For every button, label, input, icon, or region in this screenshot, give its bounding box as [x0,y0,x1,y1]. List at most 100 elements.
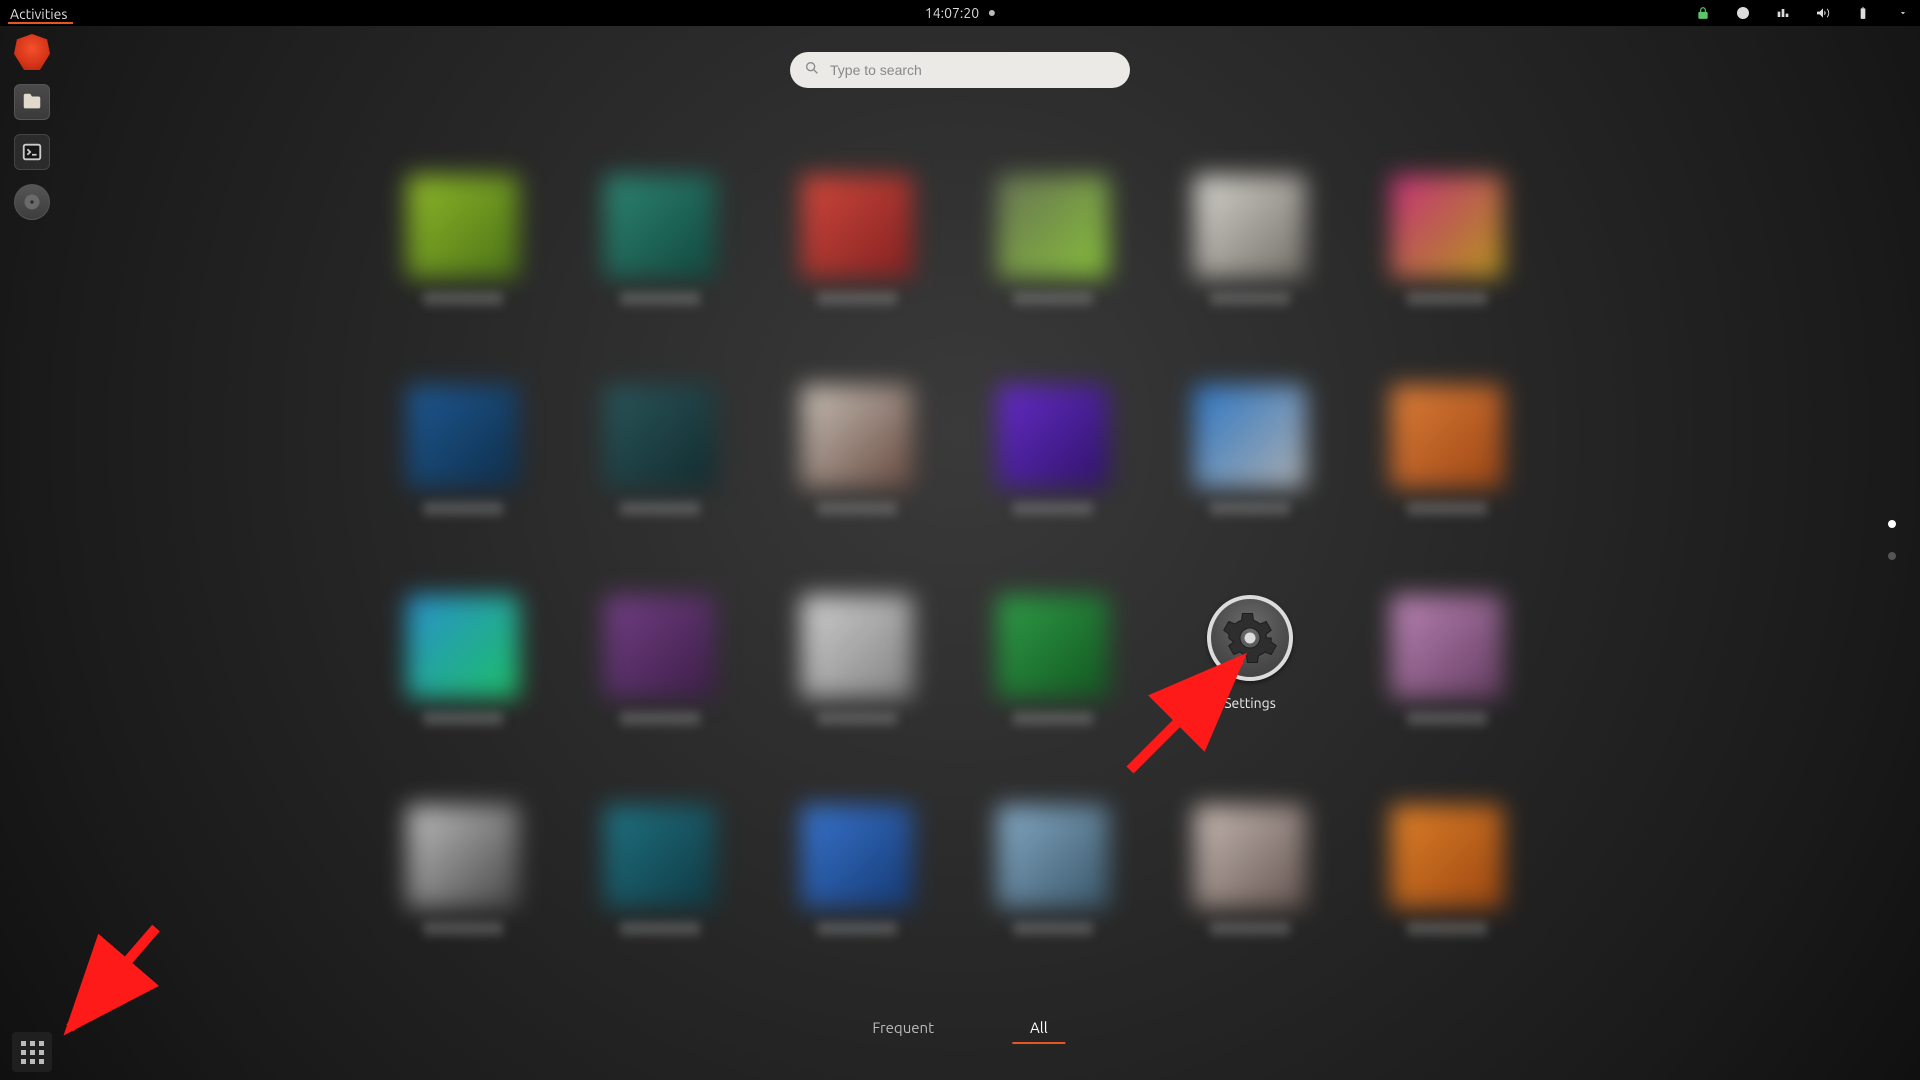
app-icon-blurred [604,595,716,698]
network-icon[interactable] [1774,4,1792,22]
app-icon-blurred [604,175,716,278]
app-launcher-blurred[interactable] [1353,175,1540,305]
app-label-blurred [423,922,503,935]
volume-icon[interactable] [1814,4,1832,22]
app-launcher-blurred[interactable] [370,805,557,935]
app-icon-blurred [1391,385,1503,488]
dock-app-disks[interactable] [14,184,50,220]
app-icon-blurred [1194,385,1306,488]
app-icon-blurred [1391,805,1503,908]
app-launcher-blurred[interactable] [960,175,1147,305]
app-launcher-blurred[interactable] [1353,385,1540,515]
tab-all[interactable]: All [1012,1013,1066,1044]
app-label-blurred [1407,502,1487,515]
app-icon-blurred [604,805,716,908]
app-label-blurred [817,712,897,725]
app-launcher-blurred[interactable] [1157,175,1344,305]
app-icon-blurred [801,595,913,698]
search-icon [804,60,820,80]
app-launcher-blurred[interactable] [1353,595,1540,725]
page-indicator[interactable] [1888,520,1896,560]
applications-grid: Settings [370,175,1540,935]
app-launcher-blurred[interactable] [1157,805,1344,935]
app-label-blurred [1013,292,1093,305]
app-label-blurred [1407,292,1487,305]
app-icon-blurred [997,385,1109,488]
app-label-blurred [620,712,700,725]
app-launcher-blurred[interactable] [370,175,557,305]
app-icon-blurred [407,595,519,698]
page-dot-2[interactable] [1888,552,1896,560]
app-launcher-blurred[interactable] [763,385,950,515]
app-label-blurred [620,502,700,515]
app-icon-blurred [997,595,1109,698]
app-launcher-blurred[interactable] [1353,805,1540,935]
top-bar: Activities 14:07:20 [0,0,1920,26]
app-label-blurred [1210,292,1290,305]
app-label: Settings [1224,695,1276,711]
clock[interactable]: 14:07:20 [925,5,995,21]
system-tray[interactable] [1694,4,1912,22]
app-launcher-blurred[interactable] [960,385,1147,515]
app-label-blurred [1013,502,1093,515]
app-icon-blurred [1391,175,1503,278]
app-icon-blurred [801,805,913,908]
app-icon-blurred [801,175,913,278]
annotation-arrow-to-show-apps [56,918,176,1048]
lock-icon[interactable] [1694,4,1712,22]
app-label-blurred [423,502,503,515]
app-launcher-blurred[interactable] [370,595,557,725]
app-icon-blurred [407,805,519,908]
app-label-blurred [1407,922,1487,935]
app-icon-blurred [801,385,913,488]
app-launcher-blurred[interactable] [567,385,754,515]
app-label-blurred [1407,712,1487,725]
app-launcher-blurred[interactable] [960,595,1147,725]
app-launcher-blurred[interactable] [960,805,1147,935]
app-label-blurred [817,502,897,515]
dock-app-brave[interactable] [14,34,50,70]
app-label-blurred [423,712,503,725]
settings-gear-icon [1207,595,1293,681]
clock-time: 14:07:20 [925,5,979,21]
search-container [790,52,1130,88]
app-label-blurred [620,922,700,935]
app-label-blurred [1210,922,1290,935]
app-label-blurred [620,292,700,305]
app-icon-blurred [1194,175,1306,278]
caret-down-icon[interactable] [1894,4,1912,22]
dock [8,34,56,1072]
app-launcher-blurred[interactable] [567,595,754,725]
app-label-blurred [817,292,897,305]
app-launcher-blurred[interactable] [763,175,950,305]
chat-icon[interactable] [1734,4,1752,22]
dock-app-terminal[interactable] [14,134,50,170]
dock-app-files[interactable] [14,84,50,120]
app-launcher-blurred[interactable] [763,595,950,725]
app-label-blurred [1013,712,1093,725]
app-icon-blurred [604,385,716,488]
app-label-blurred [423,292,503,305]
app-icon-blurred [997,805,1109,908]
app-label-blurred [1210,502,1290,515]
app-launcher-blurred[interactable] [1157,385,1344,515]
tab-frequent[interactable]: Frequent [854,1013,952,1044]
app-icon-blurred [407,385,519,488]
app-icon-blurred [997,175,1109,278]
app-icon-blurred [407,175,519,278]
app-icon-blurred [1391,595,1503,698]
app-launcher-settings[interactable]: Settings [1157,595,1344,725]
view-tabs: Frequent All [854,1013,1065,1044]
show-applications-button[interactable] [12,1032,52,1072]
notification-dot-icon [989,10,995,16]
app-launcher-blurred[interactable] [370,385,557,515]
search-input[interactable] [790,52,1130,88]
app-launcher-blurred[interactable] [567,175,754,305]
app-label-blurred [1013,922,1093,935]
app-icon-blurred [1194,805,1306,908]
page-dot-1[interactable] [1888,520,1896,528]
battery-icon[interactable] [1854,4,1872,22]
activities-button[interactable]: Activities [8,3,73,24]
app-launcher-blurred[interactable] [763,805,950,935]
app-launcher-blurred[interactable] [567,805,754,935]
